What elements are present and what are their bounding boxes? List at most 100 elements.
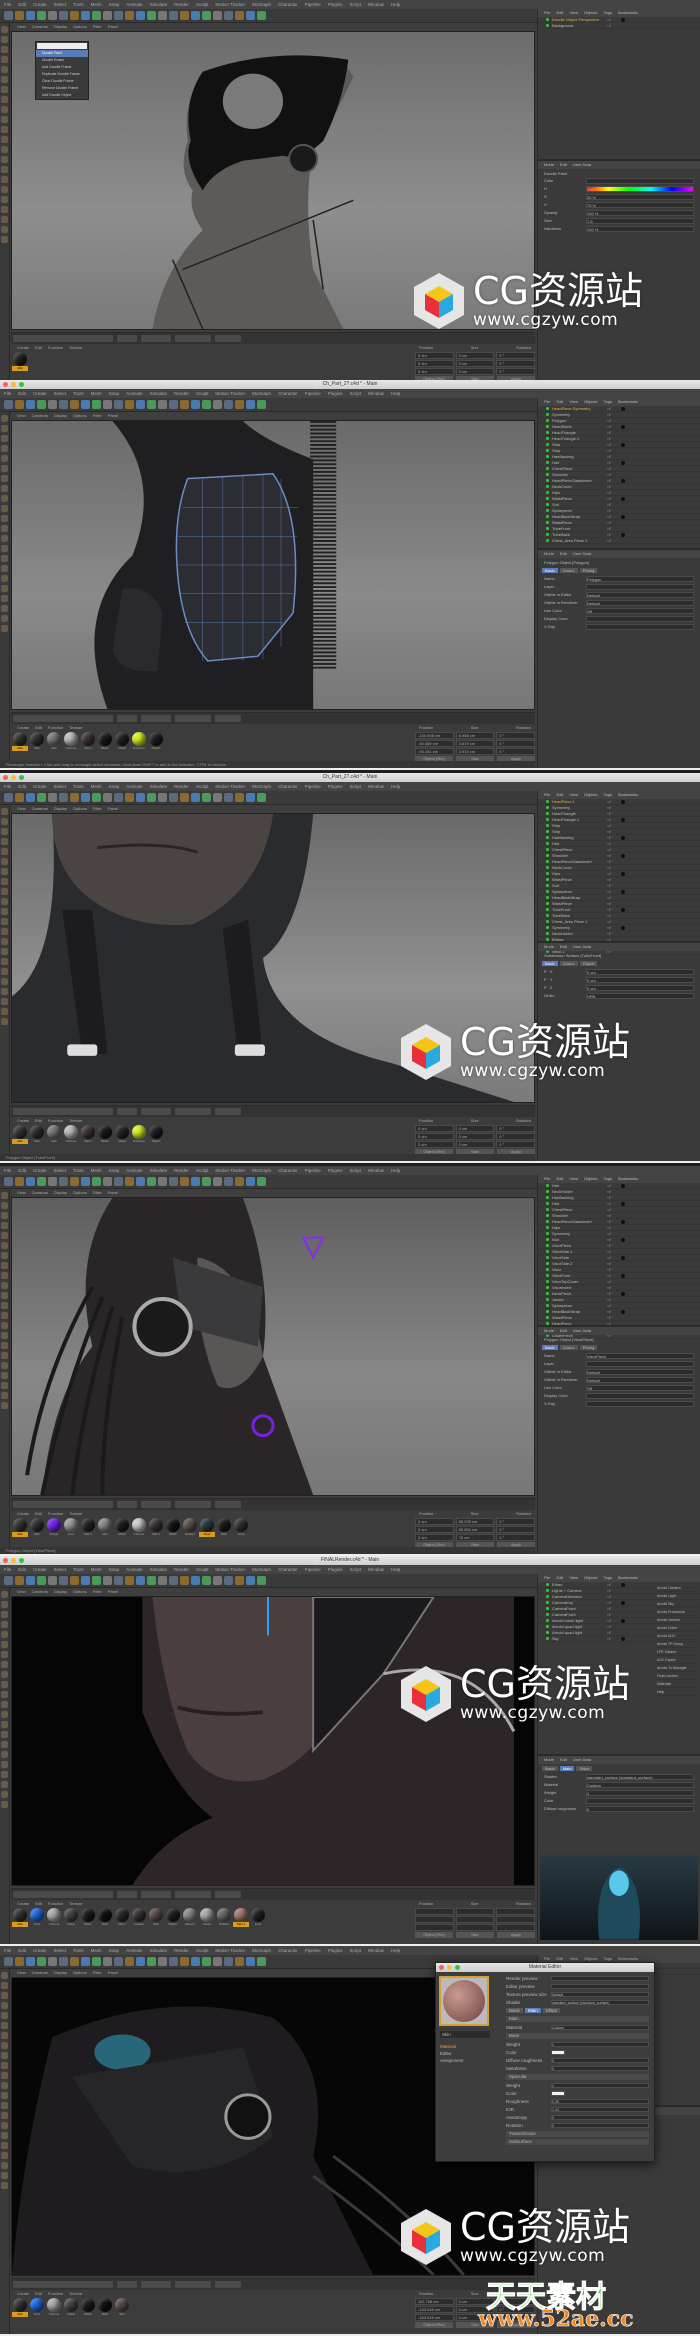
toolbar-tool-icon[interactable] bbox=[70, 1576, 79, 1585]
material-tag-icon[interactable] bbox=[620, 460, 625, 465]
toolbar-tool-icon[interactable] bbox=[114, 1957, 123, 1966]
toolbar-tool-icon[interactable] bbox=[180, 400, 189, 409]
viewport-menu-view[interactable]: View bbox=[17, 1189, 26, 1197]
toolbar-tool-icon[interactable] bbox=[202, 400, 211, 409]
param-field[interactable] bbox=[551, 1976, 649, 1981]
material-swatch[interactable]: Lens bbox=[233, 1518, 249, 1540]
mode-tool-icon[interactable] bbox=[1, 76, 8, 83]
coord-field[interactable]: 6.958 cm bbox=[455, 732, 495, 739]
viewport-menu-panel[interactable]: Panel bbox=[108, 1588, 118, 1596]
toolbar-tool-icon[interactable] bbox=[81, 1957, 90, 1966]
material-swatch[interactable]: Plastic bbox=[148, 732, 164, 754]
menu-simulate[interactable]: Simulate bbox=[150, 1565, 168, 1574]
mat-menu-item[interactable]: Texture bbox=[69, 345, 82, 352]
menu-snap[interactable]: Snap bbox=[109, 782, 120, 791]
attribute-field[interactable]: Off bbox=[586, 608, 694, 614]
section-base[interactable]: Base bbox=[506, 2033, 649, 2039]
coord-field[interactable]: 0 ° bbox=[496, 1133, 536, 1140]
am-menu-item[interactable]: Mode bbox=[544, 161, 554, 169]
menu-script[interactable]: Script bbox=[350, 1565, 362, 1574]
menu-script[interactable]: Script bbox=[350, 389, 362, 398]
toolbar-tool-icon[interactable] bbox=[26, 1576, 35, 1585]
menu-select[interactable]: Select bbox=[54, 0, 67, 9]
menu-motion-tracker[interactable]: Motion Tracker bbox=[215, 782, 245, 791]
material-tag-icon[interactable] bbox=[620, 835, 625, 840]
am-menu-item[interactable]: User Data bbox=[573, 943, 591, 951]
toolbar-tool-icon[interactable] bbox=[59, 400, 68, 409]
menu-tools[interactable]: Tools bbox=[73, 0, 84, 9]
toolbar-tool-icon[interactable] bbox=[257, 400, 266, 409]
material-swatch[interactable]: Metal bbox=[114, 1518, 130, 1540]
toolbar-tool-icon[interactable] bbox=[114, 11, 123, 20]
toolbar-tool-icon[interactable] bbox=[15, 400, 24, 409]
menu-character[interactable]: Character bbox=[278, 782, 298, 791]
menu-select[interactable]: Select bbox=[54, 1946, 67, 1955]
menu-help[interactable]: Help bbox=[391, 0, 400, 9]
coord-field[interactable] bbox=[415, 1908, 454, 1915]
material-swatch[interactable]: Dark bbox=[216, 1518, 232, 1540]
material-tag-icon[interactable] bbox=[620, 853, 625, 858]
mode-tool-icon[interactable] bbox=[1, 106, 8, 113]
arnold-menu-item[interactable]: Help bbox=[657, 1688, 697, 1696]
menu-mesh[interactable]: Mesh bbox=[91, 1565, 102, 1574]
close-button[interactable] bbox=[3, 775, 8, 780]
coord-field[interactable]: 0 cm bbox=[415, 1534, 454, 1541]
menu-select[interactable]: Select bbox=[54, 389, 67, 398]
menu-window[interactable]: Window bbox=[368, 1166, 384, 1175]
menu-help[interactable]: Help bbox=[391, 1946, 400, 1955]
toolbar-tool-icon[interactable] bbox=[26, 793, 35, 802]
arnold-menu-item[interactable]: Arnold Light bbox=[657, 1592, 697, 1600]
mode-tool-icon[interactable] bbox=[1, 2002, 8, 2009]
toolbar-tool-icon[interactable] bbox=[257, 1576, 266, 1585]
menu-sculpt[interactable]: Sculpt bbox=[196, 1946, 209, 1955]
material-tag-icon[interactable] bbox=[620, 817, 625, 822]
mode-tool-icon[interactable] bbox=[1, 1018, 8, 1025]
menu-sculpt[interactable]: Sculpt bbox=[196, 1565, 209, 1574]
toolbar-tool-icon[interactable] bbox=[191, 793, 200, 802]
toolbar-tool-icon[interactable] bbox=[26, 400, 35, 409]
mode-tool-icon[interactable] bbox=[1, 1701, 8, 1708]
attribute-field[interactable]: 1 bbox=[586, 1790, 694, 1796]
material-tag-icon[interactable] bbox=[620, 871, 625, 876]
arnold-menu-item[interactable]: Arnold Tx Manager bbox=[657, 1664, 697, 1672]
coord-field[interactable] bbox=[455, 1908, 495, 1915]
attribute-field[interactable]: 30 % bbox=[586, 194, 694, 200]
toolbar-tool-icon[interactable] bbox=[191, 1957, 200, 1966]
mode-tool-icon[interactable] bbox=[1, 146, 8, 153]
mat-menu-item[interactable]: Edit bbox=[35, 1901, 42, 1908]
material-swatch[interactable]: Hair bbox=[46, 1125, 62, 1147]
toolbar-tool-icon[interactable] bbox=[169, 400, 178, 409]
toolbar-tool-icon[interactable] bbox=[103, 1576, 112, 1585]
mode-tool-icon[interactable] bbox=[1, 216, 8, 223]
mode-tool-icon[interactable] bbox=[1, 186, 8, 193]
material-swatch[interactable]: Mat.1 bbox=[80, 1518, 96, 1540]
viewport-menu-cameras[interactable]: Cameras bbox=[32, 1189, 48, 1197]
toolbar-tool-icon[interactable] bbox=[169, 793, 178, 802]
material-name-field[interactable]: Skin bbox=[440, 2031, 490, 2038]
material-tag-icon[interactable] bbox=[620, 799, 625, 804]
mode-tool-icon[interactable] bbox=[1, 988, 8, 995]
viewport-menu-filter[interactable]: Filter bbox=[93, 23, 102, 31]
material-swatch[interactable]: Visor bbox=[29, 2298, 45, 2320]
mat-menu-item[interactable]: Function bbox=[48, 345, 63, 352]
toolbar-tool-icon[interactable] bbox=[158, 1957, 167, 1966]
viewport-menu-display[interactable]: Display bbox=[54, 23, 67, 31]
attribute-field[interactable]: Default bbox=[586, 1377, 694, 1383]
mode-tool-icon[interactable] bbox=[1, 908, 8, 915]
coord-field[interactable]: 0 ° bbox=[496, 1518, 536, 1525]
material-tag-icon[interactable] bbox=[620, 1600, 625, 1605]
material-swatch[interactable]: Plastic bbox=[165, 1908, 181, 1930]
toolbar-tool-icon[interactable] bbox=[37, 11, 46, 20]
menu-snap[interactable]: Snap bbox=[109, 389, 120, 398]
toolbar-tool-icon[interactable] bbox=[37, 1177, 46, 1186]
toolbar-tool-icon[interactable] bbox=[224, 793, 233, 802]
mode-tool-icon[interactable] bbox=[1, 2062, 8, 2069]
param-field[interactable]: standard_surface (standard_surface) bbox=[551, 2000, 649, 2005]
param-field[interactable] bbox=[551, 2091, 565, 2096]
toolbar-tool-icon[interactable] bbox=[125, 1177, 134, 1186]
toolbar-tool-icon[interactable] bbox=[26, 1957, 35, 1966]
toolbar-tool-icon[interactable] bbox=[114, 400, 123, 409]
toolbar-tool-icon[interactable] bbox=[202, 1576, 211, 1585]
mat-menu-item[interactable]: Function bbox=[48, 1511, 63, 1518]
dropdown-item[interactable]: Clear Doodle Frame bbox=[36, 78, 88, 85]
